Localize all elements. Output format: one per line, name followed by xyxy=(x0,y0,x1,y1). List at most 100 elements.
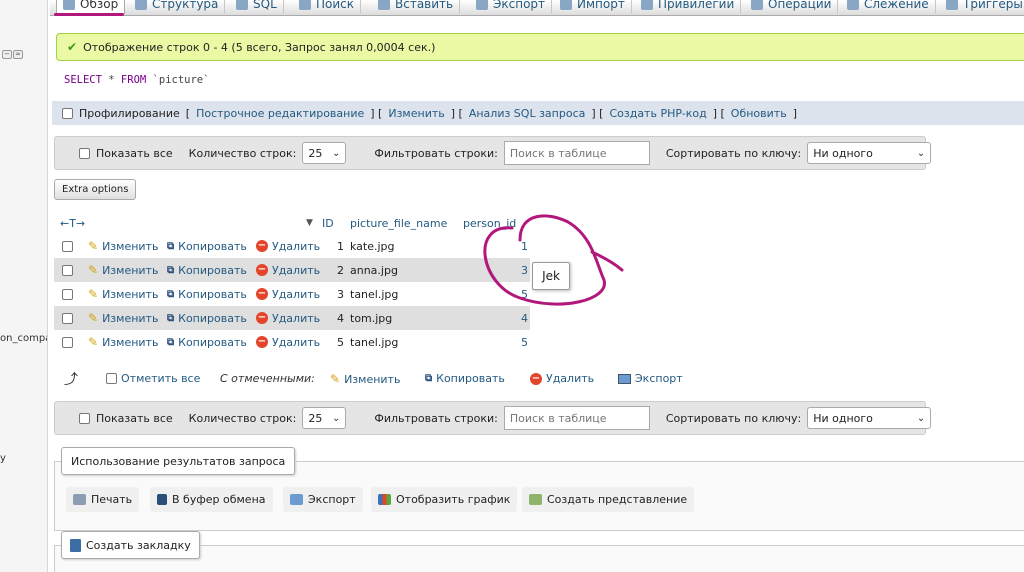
table-row[interactable]: ✎ Изменить ⧉ Копировать − Удалить 2 anna.jpg 3 xyxy=(54,258,530,282)
create-view-button[interactable]: Создать представление xyxy=(522,487,695,512)
refresh-link[interactable]: Обновить xyxy=(731,107,787,120)
bulk-edit-button[interactable]: ✎ Изменить xyxy=(330,372,400,386)
sort-select[interactable]: Ни одного ⌄ xyxy=(807,407,932,429)
display-chart-button[interactable]: Отобразить график xyxy=(371,487,518,512)
check-all-checkbox[interactable] xyxy=(106,373,117,384)
cell-id: 5 xyxy=(337,335,344,349)
column-header-person-id[interactable]: person_id xyxy=(463,217,516,230)
row-delete-button[interactable]: − Удалить xyxy=(256,336,320,349)
print-icon xyxy=(73,494,86,505)
sql-keyword: FROM xyxy=(120,74,147,86)
row-edit-label: Изменить xyxy=(102,287,159,301)
nav-item-fragment[interactable]: on_compa xyxy=(0,333,47,344)
cell-person-id[interactable]: 5 xyxy=(514,336,528,349)
row-edit-button[interactable]: ✎ Изменить xyxy=(88,287,158,301)
tab-structure[interactable]: Структура xyxy=(129,0,226,14)
cell-person-id[interactable]: 1 xyxy=(514,240,528,253)
tab-insert[interactable]: Вставить xyxy=(372,0,461,14)
show-all-checkbox[interactable] xyxy=(79,147,90,159)
collapse-icon[interactable]: − xyxy=(2,50,12,59)
rows-label: Количество строк: xyxy=(188,411,297,425)
tab-search[interactable]: Поиск xyxy=(293,0,362,14)
cell-person-id[interactable]: 3 xyxy=(514,264,528,277)
bulk-copy-button[interactable]: ⧉ Копировать xyxy=(425,372,505,385)
table-row[interactable]: ✎ Изменить ⧉ Копировать − Удалить 5 tanel.jpg 5 xyxy=(54,330,530,354)
show-all-checkbox[interactable] xyxy=(79,412,90,424)
rows-select[interactable]: 25 ⌄ xyxy=(302,407,347,429)
row-checkbox[interactable] xyxy=(62,264,73,276)
extra-options-button[interactable]: Extra options xyxy=(54,179,137,200)
inline-edit-link[interactable]: Построчное редактирование xyxy=(196,107,364,120)
table-row[interactable]: ✎ Изменить ⧉ Копировать − Удалить 3 tanel.jpg 5 xyxy=(54,282,530,306)
print-button[interactable]: Печать xyxy=(66,487,140,512)
bulk-delete-button[interactable]: − Удалить xyxy=(530,372,594,385)
row-delete-button[interactable]: − Удалить xyxy=(256,264,320,277)
row-delete-button[interactable]: − Удалить xyxy=(256,240,320,253)
tab-triggers[interactable]: Триггеры xyxy=(940,0,1024,14)
filter-input[interactable]: Поиск в таблице xyxy=(503,406,650,430)
row-delete-button[interactable]: − Удалить xyxy=(256,288,320,301)
edit-link[interactable]: Изменить xyxy=(388,107,444,120)
tab-privileges[interactable]: Привилегии xyxy=(635,0,742,14)
tab-label: Импорт xyxy=(577,0,625,11)
row-copy-button[interactable]: ⧉ Копировать xyxy=(167,240,247,253)
cell-person-id[interactable]: 4 xyxy=(514,312,528,325)
column-header-picture-file-name[interactable]: picture_file_name xyxy=(350,217,447,230)
create-bookmark-button[interactable]: Создать закладку xyxy=(61,531,200,559)
table-row[interactable]: ✎ Изменить ⧉ Копировать − Удалить 4 tom.jpg 4 xyxy=(54,306,530,330)
row-checkbox[interactable] xyxy=(62,288,73,300)
table-row[interactable]: ✎ Изменить ⧉ Копировать − Удалить 1 kate.jpg 1 xyxy=(54,234,530,258)
tab-browse[interactable]: Обзор xyxy=(56,0,126,14)
bulk-export-button[interactable]: Экспорт xyxy=(618,372,683,385)
cell-person-id[interactable]: 5 xyxy=(514,288,528,301)
row-delete-button[interactable]: − Удалить xyxy=(256,312,320,325)
sort-select[interactable]: Ни одного ⌄ xyxy=(807,142,932,164)
tracking-icon xyxy=(847,0,859,10)
row-checkbox[interactable] xyxy=(62,240,73,252)
show-all-label: Показать все xyxy=(96,146,173,160)
copy-to-clipboard-button[interactable]: В буфер обмена xyxy=(150,487,273,512)
export-button[interactable]: Экспорт xyxy=(283,487,363,512)
rows-label: Количество строк: xyxy=(188,146,297,160)
column-header-id[interactable]: ID xyxy=(322,217,334,230)
row-edit-button[interactable]: ✎ Изменить xyxy=(88,335,158,349)
cell-id: 3 xyxy=(337,287,344,301)
cell-picture-file-name: anna.jpg xyxy=(350,263,398,277)
link-icon[interactable]: ∞ xyxy=(13,50,23,59)
create-php-code-link[interactable]: Создать PHP-код xyxy=(609,107,706,120)
search-icon xyxy=(299,0,311,10)
row-copy-button[interactable]: ⧉ Копировать xyxy=(167,336,247,349)
sort-arrow-icon[interactable]: ▼ xyxy=(306,218,313,228)
tab-import[interactable]: Импорт xyxy=(554,0,632,14)
filter-input[interactable]: Поиск в таблице xyxy=(503,141,650,165)
row-edit-button[interactable]: ✎ Изменить xyxy=(88,239,158,253)
bookmark-icon xyxy=(70,538,81,552)
profiling-checkbox[interactable] xyxy=(62,107,73,119)
bracket: ] xyxy=(792,106,797,120)
row-edit-label: Изменить xyxy=(102,311,159,325)
tab-label: Обзор xyxy=(80,0,119,11)
check-all-label[interactable]: Отметить все xyxy=(121,372,200,385)
check-all-control[interactable]: Отметить все xyxy=(106,372,200,385)
row-edit-button[interactable]: ✎ Изменить xyxy=(88,311,158,325)
tab-tracking[interactable]: Слежение xyxy=(841,0,936,14)
row-edit-button[interactable]: ✎ Изменить xyxy=(88,263,158,277)
tab-operations[interactable]: Операции xyxy=(745,0,839,14)
column-resize-icon[interactable]: ←T→ xyxy=(60,217,85,230)
explain-sql-link[interactable]: Анализ SQL запроса xyxy=(469,107,586,120)
success-text: Отображение строк 0 - 4 (5 всего, Запрос… xyxy=(83,40,436,54)
nav-item-fragment[interactable]: y xyxy=(0,453,6,464)
tab-export[interactable]: Экспорт xyxy=(470,0,553,14)
export-icon xyxy=(618,373,631,384)
create-bookmark-label: Создать закладку xyxy=(86,538,191,552)
tab-sql[interactable]: SQL xyxy=(230,0,284,14)
row-copy-button[interactable]: ⧉ Копировать xyxy=(167,288,247,301)
row-copy-button[interactable]: ⧉ Копировать xyxy=(167,312,247,325)
rows-select[interactable]: 25 ⌄ xyxy=(302,142,347,164)
nav-panel-buttons: − ∞ xyxy=(2,50,23,59)
row-copy-button[interactable]: ⧉ Копировать xyxy=(167,264,247,277)
query-results-operations-legend: Использование результатов запроса xyxy=(61,447,296,475)
import-icon xyxy=(560,0,572,10)
row-checkbox[interactable] xyxy=(62,312,73,324)
row-checkbox[interactable] xyxy=(62,336,73,348)
